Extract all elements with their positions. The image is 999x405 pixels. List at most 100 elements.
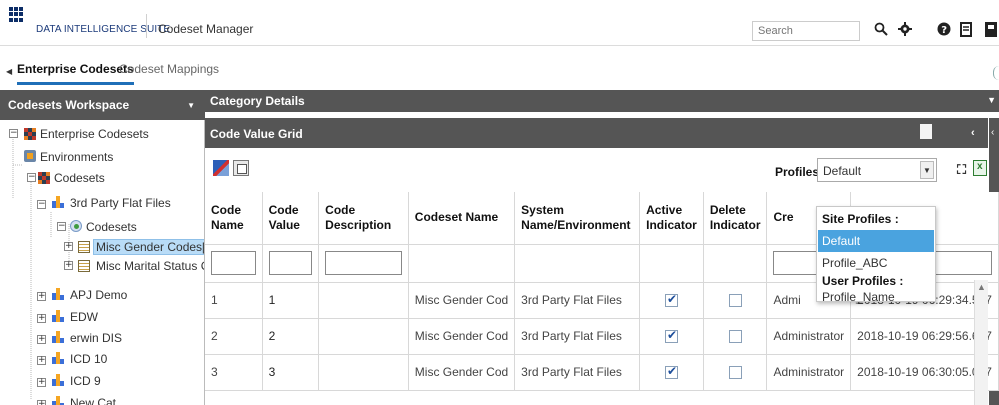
- svg-text:?: ?: [941, 25, 947, 36]
- profiles-select[interactable]: Default ▼: [817, 158, 937, 182]
- help-icon[interactable]: ?: [937, 22, 951, 40]
- delete-checkbox[interactable]: [728, 330, 742, 344]
- document-icon[interactable]: [960, 22, 972, 41]
- collapse-toggle[interactable]: −: [57, 222, 66, 231]
- tree-item-new-cat[interactable]: New Cat: [70, 396, 116, 405]
- expand-toggle[interactable]: +: [37, 335, 46, 344]
- delete-checkbox[interactable]: [728, 294, 742, 308]
- chevron-left-icon[interactable]: ‹: [971, 127, 975, 139]
- collapse-toggle[interactable]: −: [37, 200, 46, 209]
- code-value-grid-header: Code Value Grid ‹: [205, 118, 988, 148]
- book-icon[interactable]: [985, 22, 997, 41]
- logo-text: DATA INTELLIGENCE SUITE: [36, 24, 171, 35]
- column-header-delete-indicator[interactable]: Delete Indicator: [703, 192, 768, 245]
- divider: [146, 14, 147, 38]
- edit-icon[interactable]: [213, 160, 229, 176]
- tab-codeset-mappings[interactable]: Codeset Mappings: [119, 62, 219, 76]
- active-checkbox[interactable]: [664, 328, 678, 344]
- tree-item-icd-10[interactable]: ICD 10: [70, 352, 107, 366]
- column-header-active-indicator[interactable]: Active Indicator: [639, 192, 704, 245]
- workspace-header[interactable]: Codesets Workspace ▼: [0, 90, 205, 120]
- cell-code-value[interactable]: 1: [262, 282, 320, 319]
- cell-code-name[interactable]: 1: [205, 282, 263, 319]
- codesets-tree: − Enterprise Codesets Environments − Cod…: [0, 120, 205, 405]
- tree-item-erwin-dis[interactable]: erwin DIS: [70, 331, 122, 345]
- chevron-down-icon[interactable]: ▼: [187, 101, 195, 110]
- dropdown-option-default[interactable]: Default: [818, 230, 934, 252]
- column-header-code-description[interactable]: Code Description: [318, 192, 409, 245]
- tree-item-icd-9[interactable]: ICD 9: [70, 374, 101, 388]
- table-row[interactable]: 3 3 Misc Gender Cod 3rd Party Flat Files…: [205, 354, 999, 391]
- dropdown-option-profile-name[interactable]: Profile_Name: [818, 286, 934, 308]
- tree-item-environments[interactable]: Environments: [40, 150, 113, 164]
- active-checkbox[interactable]: [664, 364, 678, 380]
- system-bars-icon: [52, 288, 64, 300]
- cell-code-name[interactable]: 3: [205, 354, 263, 391]
- tab-enterprise-codesets[interactable]: Enterprise Codesets: [17, 62, 134, 85]
- column-header-codeset-name[interactable]: Codeset Name: [408, 192, 516, 245]
- panel-edge-handle[interactable]: [993, 66, 999, 80]
- expand-toggle[interactable]: +: [37, 292, 46, 301]
- tree-item-misc-gender-codes[interactable]: Misc Gender Codes[1.00: [93, 239, 204, 255]
- cell-created-by[interactable]: Administrator: [766, 318, 852, 355]
- chevron-down-icon[interactable]: ▼: [920, 161, 934, 179]
- delete-checkbox[interactable]: [728, 366, 742, 380]
- tree-item-codesets[interactable]: Codesets: [54, 171, 105, 185]
- table-row[interactable]: 2 2 Misc Gender Cod 3rd Party Flat Files…: [205, 318, 999, 355]
- cell-created-by[interactable]: Administrator: [766, 354, 852, 391]
- filter-input-code-value[interactable]: [268, 251, 313, 275]
- tree-item-3rd-party-flat-files[interactable]: 3rd Party Flat Files: [70, 196, 171, 210]
- copy-icon[interactable]: [233, 160, 249, 176]
- enterprise-codesets-icon: [24, 128, 36, 140]
- cell-code-description[interactable]: [318, 318, 409, 355]
- filter-input-code-description[interactable]: [325, 251, 402, 275]
- cell-system-name[interactable]: 3rd Party Flat Files: [514, 282, 641, 319]
- gear-icon[interactable]: [898, 22, 912, 40]
- expand-toggle[interactable]: +: [37, 400, 46, 405]
- fullscreen-icon[interactable]: ⛶: [957, 162, 966, 178]
- codeset-table-icon: [78, 241, 90, 253]
- codesets-icon: [38, 172, 50, 184]
- dropdown-header-site-profiles: Site Profiles :: [822, 212, 899, 226]
- expand-toggle[interactable]: +: [37, 356, 46, 365]
- cell-system-name[interactable]: 3rd Party Flat Files: [514, 318, 641, 355]
- filter-input-code-name[interactable]: [211, 251, 256, 275]
- category-details-header[interactable]: Category Details ▼: [205, 90, 999, 112]
- expand-toggle[interactable]: +: [64, 261, 73, 270]
- cell-codeset-name[interactable]: Misc Gender Cod: [408, 354, 516, 391]
- tree-item-apj-demo[interactable]: APJ Demo: [70, 288, 127, 302]
- cell-codeset-name[interactable]: Misc Gender Cod: [408, 282, 516, 319]
- system-bars-icon: [52, 374, 64, 386]
- cell-active-indicator: [639, 282, 704, 319]
- expand-toggle[interactable]: +: [37, 314, 46, 323]
- cell-code-description[interactable]: [318, 354, 409, 391]
- scroll-up-icon[interactable]: ▲: [977, 282, 986, 292]
- tree-item-misc-marital-status[interactable]: Misc Marital Status Code:: [96, 259, 204, 273]
- search-icon[interactable]: [874, 22, 888, 40]
- collapse-toggle[interactable]: −: [27, 173, 36, 182]
- chevron-left-icon[interactable]: ‹: [991, 127, 994, 138]
- collapse-arrow-icon[interactable]: ◀: [6, 67, 12, 76]
- collapse-toggle[interactable]: −: [9, 129, 18, 138]
- tree-item-codesets-sub[interactable]: Codesets: [86, 220, 137, 234]
- excel-export-icon[interactable]: [973, 160, 987, 176]
- cell-code-name[interactable]: 2: [205, 318, 263, 355]
- column-header-code-name[interactable]: Code Name: [205, 192, 263, 245]
- cell-code-value[interactable]: 3: [262, 354, 320, 391]
- cell-system-name[interactable]: 3rd Party Flat Files: [514, 354, 641, 391]
- tree-item-edw[interactable]: EDW: [70, 310, 98, 324]
- expand-toggle[interactable]: +: [64, 242, 73, 251]
- expand-toggle[interactable]: +: [37, 378, 46, 387]
- column-header-system-name[interactable]: System Name/Environment: [514, 192, 641, 245]
- search-input[interactable]: [752, 21, 860, 41]
- column-header-code-value[interactable]: Code Value: [262, 192, 320, 245]
- maximize-icon[interactable]: [920, 124, 932, 139]
- grid-scrollbar[interactable]: ▲: [974, 280, 988, 405]
- chevron-down-icon[interactable]: ▼: [987, 95, 996, 105]
- cell-code-value[interactable]: 2: [262, 318, 320, 355]
- tree-item-enterprise-codesets[interactable]: Enterprise Codesets: [40, 127, 149, 141]
- cell-code-description[interactable]: [318, 282, 409, 319]
- active-checkbox[interactable]: [664, 292, 678, 308]
- cell-delete-indicator: [703, 354, 768, 391]
- cell-codeset-name[interactable]: Misc Gender Cod: [408, 318, 516, 355]
